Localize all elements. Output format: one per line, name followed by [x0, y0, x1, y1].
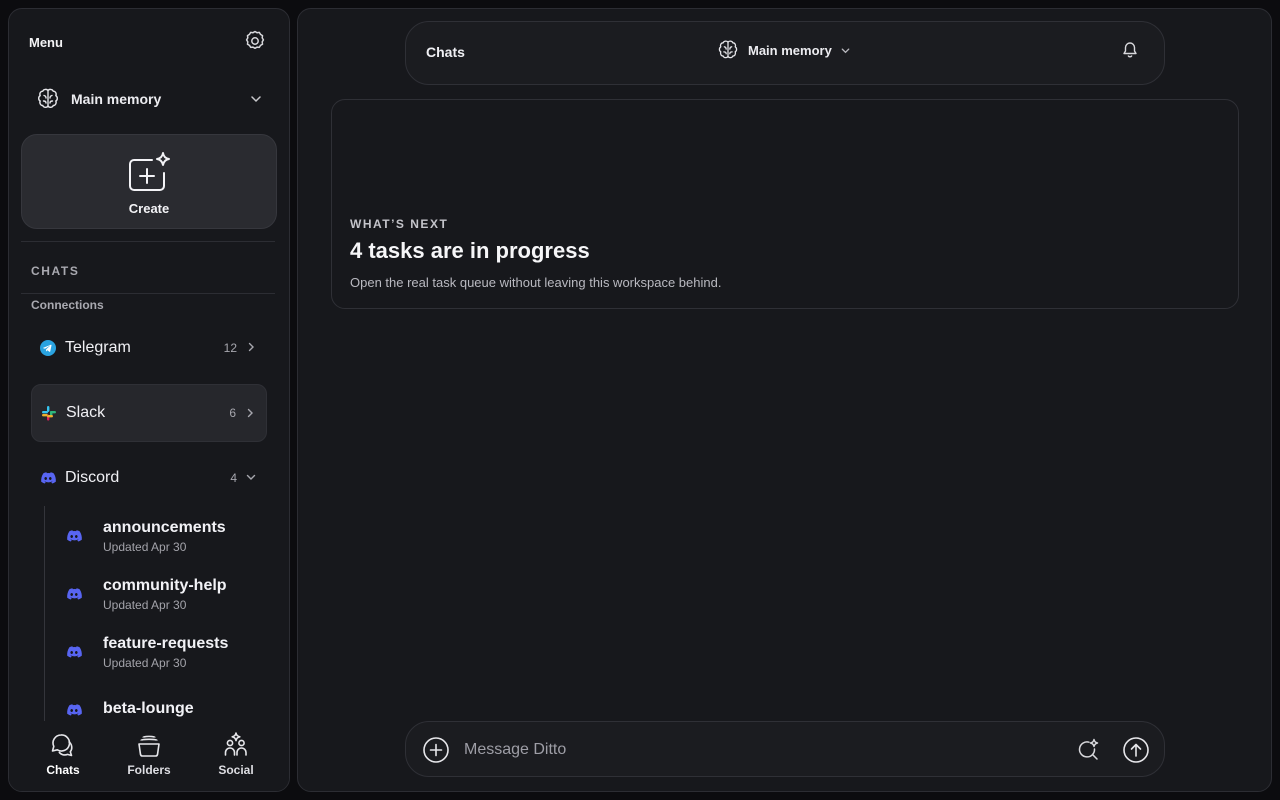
- channel-name: beta-lounge: [103, 699, 194, 717]
- connection-count: 6: [229, 406, 236, 420]
- create-button[interactable]: Create: [21, 134, 277, 229]
- connection-slack[interactable]: Slack 6: [31, 384, 267, 442]
- tree-line: [44, 506, 45, 736]
- memory-selector[interactable]: Main memory: [21, 79, 277, 119]
- chevron-down-icon: [840, 45, 851, 56]
- bell-icon[interactable]: [1120, 40, 1140, 60]
- card-eyebrow: WHAT’S NEXT: [350, 217, 449, 231]
- channel-name: announcements: [103, 518, 226, 536]
- section-heading-chats: CHATS: [31, 264, 80, 278]
- telegram-icon: [39, 339, 57, 357]
- channel-updated: Updated Apr 30: [103, 655, 187, 670]
- message-input[interactable]: [464, 734, 1064, 766]
- main-panel: Chats Main memory WHAT’S NEXT 4 tasks ar…: [297, 8, 1272, 792]
- channel-name: community-help: [103, 576, 227, 594]
- channel-item[interactable]: announcements Updated Apr 30: [59, 512, 269, 560]
- channel-name: feature-requests: [103, 634, 229, 652]
- chevron-down-icon: [249, 92, 263, 106]
- memory-selector-top[interactable]: Main memory: [716, 38, 851, 62]
- section-heading-connections: Connections: [31, 298, 104, 312]
- connection-discord[interactable]: Discord 4: [31, 449, 267, 507]
- channel-item[interactable]: community-help Updated Apr 30: [59, 570, 269, 618]
- brain-icon: [35, 86, 61, 112]
- card-subtitle: Open the real task queue without leaving…: [350, 275, 722, 290]
- channel-updated: Updated Apr 30: [103, 597, 187, 612]
- divider: [21, 293, 275, 294]
- connection-name: Telegram: [65, 339, 131, 356]
- bottom-nav: Chats Folders Social: [9, 721, 289, 791]
- top-bar: Chats Main memory: [405, 21, 1165, 85]
- nav-label: Social: [218, 763, 254, 777]
- sparkle-search-icon[interactable]: [1076, 738, 1100, 762]
- add-attachment-icon[interactable]: [422, 736, 450, 764]
- nav-label: Chats: [46, 763, 80, 777]
- connection-name: Slack: [66, 404, 106, 421]
- nav-folders[interactable]: Folders: [109, 731, 189, 787]
- card-headline: 4 tasks are in progress: [350, 238, 590, 263]
- chat-bubbles-icon: [49, 731, 77, 759]
- send-icon[interactable]: [1122, 736, 1150, 764]
- page-title: Chats: [426, 44, 465, 60]
- folders-icon: [135, 731, 163, 759]
- connection-count: 12: [223, 341, 237, 355]
- chevron-right-icon: [244, 407, 256, 419]
- connection-telegram[interactable]: Telegram 12: [31, 319, 267, 377]
- channel-item[interactable]: feature-requests Updated Apr 30: [59, 628, 269, 676]
- message-composer: [405, 721, 1165, 777]
- slack-icon: [40, 404, 58, 422]
- create-label: Create: [128, 201, 170, 216]
- memory-label: Main memory: [71, 91, 162, 107]
- connection-count: 4: [230, 471, 237, 485]
- discord-icon: [65, 643, 83, 661]
- discord-icon: [65, 585, 83, 603]
- memory-label: Main memory: [748, 42, 832, 58]
- channel-updated: Updated Apr 30: [103, 539, 187, 554]
- divider: [21, 241, 275, 242]
- discord-icon: [39, 469, 57, 487]
- connection-name: Discord: [65, 469, 120, 486]
- discord-icon: [65, 701, 83, 719]
- menu-title: Menu: [29, 35, 63, 50]
- chevron-down-icon: [245, 471, 257, 483]
- whats-next-card[interactable]: WHAT’S NEXT 4 tasks are in progress Open…: [331, 99, 1239, 309]
- chevron-right-icon: [245, 341, 257, 353]
- nav-social[interactable]: Social: [196, 731, 276, 787]
- brain-icon: [716, 38, 740, 62]
- gear-icon[interactable]: [243, 29, 267, 53]
- social-icon: [222, 731, 250, 759]
- create-sparkle-icon: [125, 151, 173, 195]
- nav-chats[interactable]: Chats: [23, 731, 103, 787]
- sidebar: Menu Main memory Create CHATS Connection…: [8, 8, 290, 792]
- discord-icon: [65, 527, 83, 545]
- nav-label: Folders: [127, 763, 171, 777]
